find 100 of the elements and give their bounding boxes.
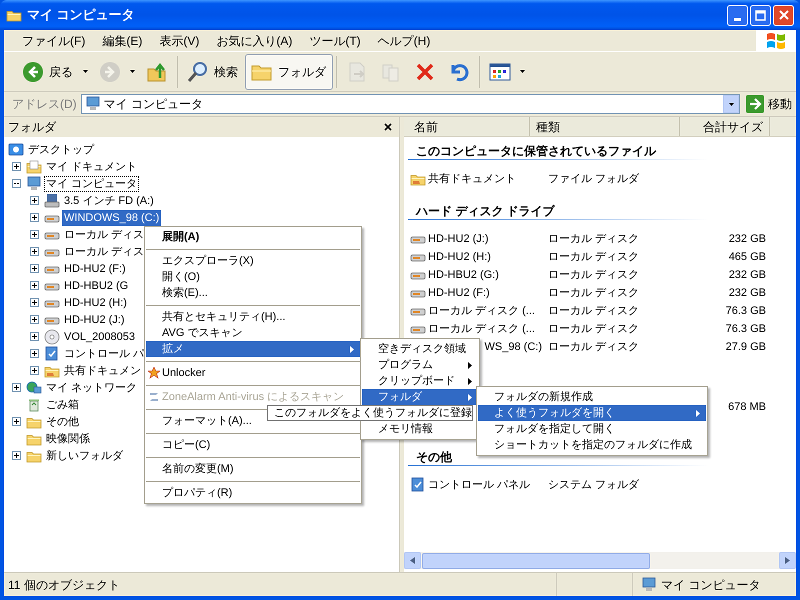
file-name[interactable]: 共有ドキュメント <box>428 172 516 186</box>
file-name[interactable]: HD-HU2 (H:) <box>428 250 491 264</box>
menu-item[interactable]: コピー(C) <box>146 437 360 453</box>
expand-icon[interactable] <box>30 247 39 256</box>
expand-icon[interactable] <box>12 417 21 426</box>
scroll-right-button[interactable] <box>779 552 796 569</box>
tree-item[interactable]: VOL_2008053 <box>62 328 137 344</box>
address-label: アドレス(D) <box>12 96 77 113</box>
file-size: 76.3 GB <box>726 322 766 336</box>
file-name[interactable]: ローカル ディスク (... <box>428 322 535 336</box>
menu-item[interactable]: フォルダの新規作成 <box>478 389 706 405</box>
menu-bar-item[interactable]: 表示(V) <box>151 30 208 50</box>
maximize-button[interactable] <box>750 4 771 26</box>
menu-item[interactable]: フォルダを指定して開く <box>478 421 706 437</box>
file-type: ファイル フォルダ <box>548 172 640 185</box>
search-icon <box>186 60 210 84</box>
menu-item[interactable]: 名前の変更(M) <box>146 461 360 477</box>
tree-item[interactable]: その他 <box>44 414 81 430</box>
tree-item[interactable]: HD-HU2 (H:) <box>62 294 129 310</box>
menu-item[interactable]: フォルダ <box>362 389 478 405</box>
expand-icon[interactable] <box>12 383 21 392</box>
menu-item[interactable]: クリップボード <box>362 373 478 389</box>
menu-item[interactable]: プロパティ(R) <box>146 485 360 501</box>
left-arrow-icon <box>410 557 415 564</box>
group-heading: その他 <box>416 450 452 464</box>
menu-item[interactable]: 開く(O) <box>146 269 360 285</box>
menu-item[interactable]: AVG でスキャン <box>146 325 360 341</box>
back-button[interactable]: 戻る <box>16 54 93 90</box>
menu-bar-item[interactable]: ツール(T) <box>301 30 369 50</box>
expand-icon[interactable] <box>12 162 21 171</box>
expand-icon[interactable] <box>30 196 39 205</box>
menu-bar-item[interactable]: 編集(E) <box>94 30 150 50</box>
tree-item[interactable]: 新しいフォルダ <box>44 448 125 464</box>
menu-item[interactable]: 展開(A) <box>146 229 360 245</box>
expand-icon[interactable] <box>30 366 39 375</box>
expand-icon[interactable] <box>30 349 39 358</box>
column-header[interactable]: 種類 <box>530 117 680 136</box>
file-size: 232 GB <box>728 232 766 246</box>
column-header[interactable]: 名前 <box>404 117 530 136</box>
expand-icon[interactable] <box>30 298 39 307</box>
right-arrow-icon <box>785 557 790 564</box>
menu-item[interactable]: エクスプローラ(X) <box>146 253 360 269</box>
expand-icon[interactable] <box>30 213 39 222</box>
column-header[interactable]: 合計サイズ <box>680 117 770 136</box>
menu-item[interactable]: メモリ情報 <box>362 421 478 437</box>
menu-item[interactable]: プログラム <box>362 357 478 373</box>
tree-item[interactable]: ごみ箱 <box>44 396 81 412</box>
scrollbar-thumb[interactable] <box>422 552 650 568</box>
recycle-bin-icon <box>26 396 42 412</box>
go-arrow-icon <box>746 95 764 113</box>
tree-item[interactable]: デスクトップ <box>26 142 96 158</box>
go-button[interactable]: 移動 <box>744 94 794 114</box>
minimize-button[interactable] <box>727 4 748 26</box>
expand-icon[interactable] <box>30 230 39 239</box>
search-button[interactable]: 検索 <box>181 54 245 90</box>
file-name[interactable]: HD-HU2 (J:) <box>428 232 488 246</box>
menu-bar-item[interactable]: ヘルプ(H) <box>370 30 438 50</box>
expand-icon[interactable] <box>30 281 39 290</box>
expand-icon[interactable] <box>30 264 39 273</box>
file-name[interactable]: WS_98 (C:) <box>484 340 542 354</box>
tree-item[interactable]: WINDOWS_98 (C:) <box>62 210 162 226</box>
menu-item[interactable]: 空きディスク領域 <box>362 341 478 357</box>
menu-item[interactable]: よく使うフォルダを開く <box>478 405 706 421</box>
dropdown-button[interactable] <box>723 95 739 113</box>
expand-icon[interactable] <box>30 315 39 324</box>
menu-item[interactable]: 検索(E)... <box>146 285 360 301</box>
windows-flag-icon <box>765 30 787 50</box>
menu-bar-item[interactable]: ファイル(F) <box>14 30 94 50</box>
tree-item[interactable]: 映像関係 <box>44 430 92 446</box>
tree-item[interactable]: マイ ネットワーク <box>44 380 140 396</box>
expand-icon[interactable] <box>30 332 39 341</box>
collapse-icon[interactable] <box>12 179 21 188</box>
tree-item[interactable]: 共有ドキュメン <box>62 362 143 378</box>
tree-item[interactable]: マイ ドキュメント <box>44 158 140 174</box>
tree-item[interactable]: HD-HBU2 (G <box>62 278 130 294</box>
file-name[interactable]: HD-HU2 (F:) <box>428 286 490 300</box>
file-type: システム フォルダ <box>548 478 640 491</box>
file-size: 232 GB <box>728 268 766 282</box>
menu-item[interactable]: Unlocker <box>146 365 360 381</box>
menu-item[interactable]: ショートカットを指定のフォルダに作成 <box>478 437 706 453</box>
file-name[interactable]: HD-HBU2 (G:) <box>428 268 499 282</box>
horizontal-scrollbar[interactable] <box>404 552 796 569</box>
floppy-drive-icon <box>44 192 60 208</box>
tree-item[interactable]: ローカル ディス <box>62 244 146 260</box>
file-name[interactable]: ローカル ディスク (... <box>428 304 535 318</box>
tree-item[interactable]: HD-HU2 (F:) <box>62 260 128 276</box>
folders-button[interactable]: フォルダ <box>245 54 333 90</box>
file-type: ローカル ディスク <box>548 304 640 317</box>
menu-item[interactable]: 共有とセキュリティ(H)... <box>146 309 360 325</box>
expand-icon[interactable] <box>12 451 21 460</box>
tree-item[interactable]: マイ コンピュータ <box>44 176 140 192</box>
tree-item[interactable]: 3.5 インチ FD (A:) <box>62 192 156 208</box>
file-name[interactable]: コントロール パネル <box>428 478 530 492</box>
scroll-left-button[interactable] <box>404 552 421 569</box>
tree-item[interactable]: HD-HU2 (J:) <box>62 312 126 328</box>
menu-item[interactable]: 拡メ <box>146 341 360 357</box>
address-field[interactable]: マイ コンピュータ <box>80 94 740 114</box>
tree-item[interactable]: ローカル ディス <box>62 226 146 242</box>
menu-bar-item[interactable]: お気に入り(A) <box>208 30 300 50</box>
tree-item[interactable]: コントロール パ <box>62 346 146 362</box>
